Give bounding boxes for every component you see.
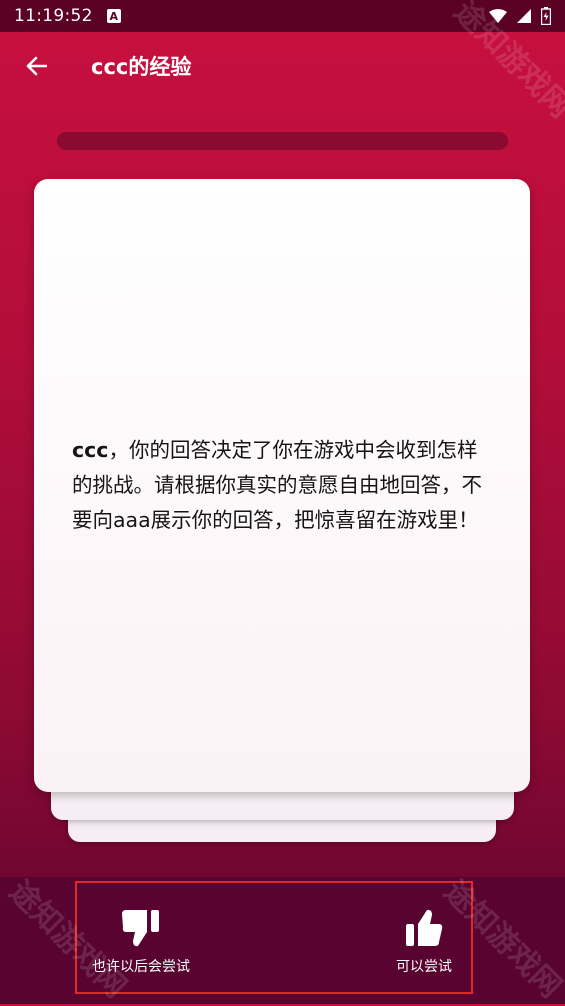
maybe-later-button[interactable]: 也许以后会尝试 [88, 908, 194, 976]
battery-icon [541, 7, 551, 25]
app-bar: ccc的经验 [0, 32, 565, 100]
back-arrow-icon [26, 56, 47, 76]
status-time: 11:19:52 [14, 6, 93, 26]
signal-icon [517, 9, 531, 23]
maybe-later-label: 也许以后会尝试 [92, 959, 190, 975]
status-icons [489, 7, 551, 25]
question-text: ccc，你的回答决定了你在游戏中会收到怎样的挑战。请根据你真实的意愿自由地回答，… [72, 433, 492, 538]
back-button[interactable] [16, 46, 56, 86]
thumbs-up-icon [406, 909, 443, 946]
can-try-button[interactable]: 可以尝试 [392, 908, 456, 976]
question-card[interactable]: ccc，你的回答决定了你在游戏中会收到怎样的挑战。请根据你真实的意愿自由地回答，… [34, 179, 530, 792]
question-body: ，你的回答决定了你在游戏中会收到怎样的挑战。请根据你真实的意愿自由地回答，不要向… [72, 438, 482, 532]
thumbs-down-icon [122, 910, 159, 947]
notification-icon: A [106, 9, 121, 23]
wifi-icon [489, 9, 507, 23]
can-try-label: 可以尝试 [396, 959, 452, 975]
status-bar: 11:19:52 A [0, 0, 565, 32]
page-title: ccc的经验 [91, 55, 192, 79]
question-name: ccc [72, 438, 109, 462]
progress-bar [57, 132, 508, 150]
